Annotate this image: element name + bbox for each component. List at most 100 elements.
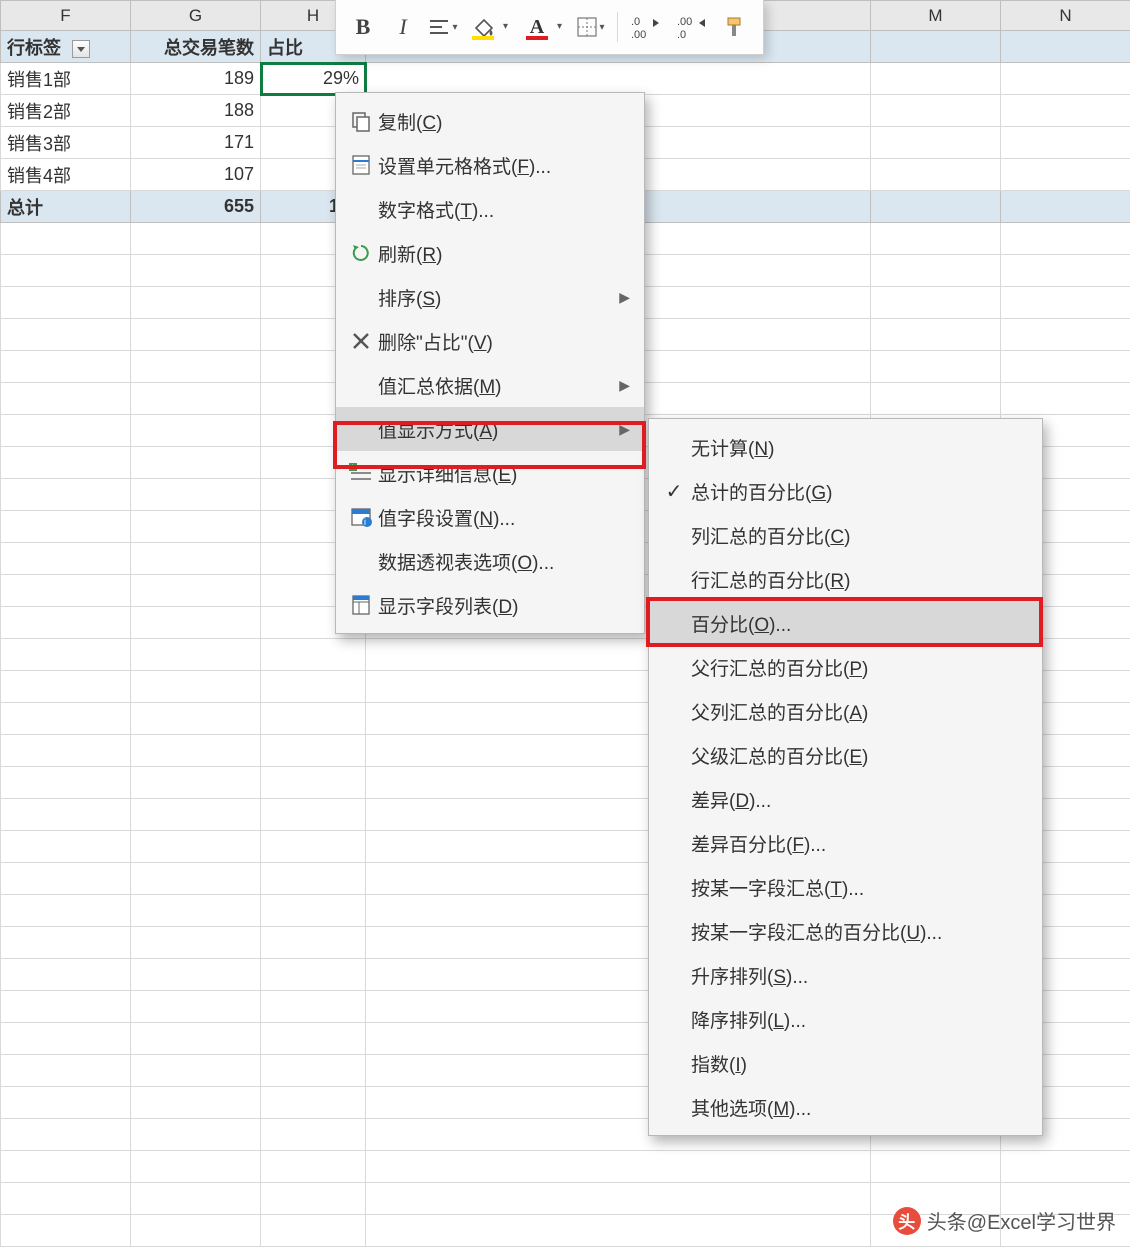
menu-item-label: 删除"占比"(V) [378,328,630,355]
increase-decimal-icon: .0.00 [631,15,663,39]
menu-item[interactable]: + 显示详细信息(E) [336,451,644,495]
submenu-item[interactable]: 其他选项(M)... [649,1085,1042,1129]
menu-item[interactable]: 数字格式(T)... [336,187,644,231]
menu-item-label: 排序(S) [378,284,609,311]
menu-item-label: 显示详细信息(E) [378,460,630,487]
pivot-row-label[interactable]: 销售4部 [1,159,131,191]
bold-button[interactable]: B [346,10,380,44]
menu-item-label: 设置单元格格式(F)... [378,152,630,179]
submenu-item[interactable]: 行汇总的百分比(R) [649,557,1042,601]
col-header-f[interactable]: F [1,1,131,31]
submenu-item[interactable]: ✓总计的百分比(G) [649,469,1042,513]
refresh-icon [344,242,378,264]
font-color-button[interactable]: A▾ [520,10,554,44]
menu-item[interactable]: 值汇总依据(M) ▶ [336,363,644,407]
field-list-icon [344,594,378,616]
menu-item[interactable]: 复制(C) [336,99,644,143]
menu-item-label: 值显示方式(A) [378,416,609,443]
borders-button[interactable]: ▾ [574,10,608,44]
submenu-item[interactable]: 差异百分比(F)... [649,821,1042,865]
submenu-item[interactable]: 无计算(N) [649,425,1042,469]
svg-text:+: + [350,463,355,472]
submenu-item[interactable]: 父行汇总的百分比(P) [649,645,1042,689]
submenu-item[interactable]: 升序排列(S)... [649,953,1042,997]
pivot-row-header[interactable]: 行标签 [1,31,131,63]
submenu-item[interactable]: 百分比(O)... [649,601,1042,645]
svg-text:i: i [364,517,366,527]
pivot-total-count[interactable]: 655 [131,191,261,223]
pivot-row-count[interactable]: 107 [131,159,261,191]
submenu-item-label: 父级汇总的百分比(E) [691,742,1028,769]
submenu-item-label: 差异百分比(F)... [691,830,1028,857]
pivot-row-label[interactable]: 销售3部 [1,127,131,159]
menu-item[interactable]: 值显示方式(A) ▶ [336,407,644,451]
format-painter-icon [724,15,748,39]
menu-item[interactable]: 排序(S) ▶ [336,275,644,319]
decrease-decimal-button[interactable]: .00.0 [673,10,713,44]
chevron-right-icon: ▶ [619,289,630,306]
svg-text:.0: .0 [677,29,686,39]
submenu-item-label: 行汇总的百分比(R) [691,566,1028,593]
format-painter-button[interactable] [719,10,753,44]
submenu-item[interactable]: 父级汇总的百分比(E) [649,733,1042,777]
svg-text:.00: .00 [677,16,692,28]
chevron-right-icon: ▶ [619,377,630,394]
menu-item-label: 数据透视表选项(O)... [378,548,630,575]
submenu-item[interactable]: 按某一字段汇总(T)... [649,865,1042,909]
italic-button[interactable]: I [386,10,420,44]
menu-item-label: 值汇总依据(M) [378,372,609,399]
svg-text:.00: .00 [631,29,646,39]
submenu-item-label: 无计算(N) [691,434,1028,461]
align-button[interactable]: ▾ [426,10,460,44]
align-icon [428,18,450,36]
copy-icon [344,110,378,132]
pivot-row-label[interactable]: 销售1部 [1,63,131,95]
menu-item[interactable]: 数据透视表选项(O)... [336,539,644,583]
pivot-row-count[interactable]: 189 [131,63,261,95]
chevron-right-icon: ▶ [619,421,630,438]
dropdown-icon[interactable] [72,40,90,58]
submenu-item[interactable]: 父列汇总的百分比(A) [649,689,1042,733]
submenu-item-label: 父行汇总的百分比(P) [691,654,1028,681]
remove-icon [344,330,378,352]
field-settings-icon: i [344,506,378,528]
menu-item[interactable]: 刷新(R) [336,231,644,275]
menu-item[interactable]: 删除"占比"(V) [336,319,644,363]
submenu-item[interactable]: 降序排列(L)... [649,997,1042,1041]
pivot-count-header[interactable]: 总交易笔数 [131,31,261,63]
submenu-item[interactable]: 按某一字段汇总的百分比(U)... [649,909,1042,953]
submenu-item[interactable]: 差异(D)... [649,777,1042,821]
increase-decimal-button[interactable]: .0.00 [627,10,667,44]
submenu-item[interactable]: 指数(I) [649,1041,1042,1085]
pivot-row-count[interactable]: 171 [131,127,261,159]
menu-item[interactable]: i 值字段设置(N)... [336,495,644,539]
menu-item[interactable]: 设置单元格格式(F)... [336,143,644,187]
submenu-item-label: 其他选项(M)... [691,1094,1028,1121]
format-cells-icon [344,154,378,176]
decrease-decimal-icon: .00.0 [677,15,709,39]
col-header-g[interactable]: G [131,1,261,31]
paint-bucket-icon [472,16,494,38]
submenu-item-label: 降序排列(L)... [691,1006,1028,1033]
watermark-logo-icon: 头 [893,1207,921,1235]
borders-icon [577,17,597,37]
col-header-n[interactable]: N [1001,1,1130,31]
col-header-m[interactable]: M [871,1,1001,31]
submenu-values-show-as: 无计算(N) ✓总计的百分比(G) 列汇总的百分比(C) 行汇总的百分比(R) 百分比(… [648,418,1043,1136]
menu-item-label: 值字段设置(N)... [378,504,630,531]
menu-item-label: 复制(C) [378,108,630,135]
pivot-row-count[interactable]: 188 [131,95,261,127]
submenu-item[interactable]: 列汇总的百分比(C) [649,513,1042,557]
menu-item[interactable]: 显示字段列表(D) [336,583,644,627]
pivot-row-label[interactable]: 销售2部 [1,95,131,127]
context-menu: 复制(C) 设置单元格格式(F)... 数字格式(T)...刷新(R) 排序(S) ▶ 删… [335,92,645,634]
submenu-item-label: 按某一字段汇总的百分比(U)... [691,918,1028,945]
pivot-total-label[interactable]: 总计 [1,191,131,223]
submenu-item-label: 父列汇总的百分比(A) [691,698,1028,725]
submenu-item-label: 列汇总的百分比(C) [691,522,1028,549]
mini-toolbar: B I ▾ ▾ A▾ ▾ .0.00 .00.0 [335,0,764,55]
selected-cell[interactable]: 29% [261,63,366,95]
submenu-item-label: 指数(I) [691,1050,1028,1077]
watermark: 头 头条@Excel学习世界 [893,1206,1116,1235]
fill-color-button[interactable]: ▾ [466,10,500,44]
